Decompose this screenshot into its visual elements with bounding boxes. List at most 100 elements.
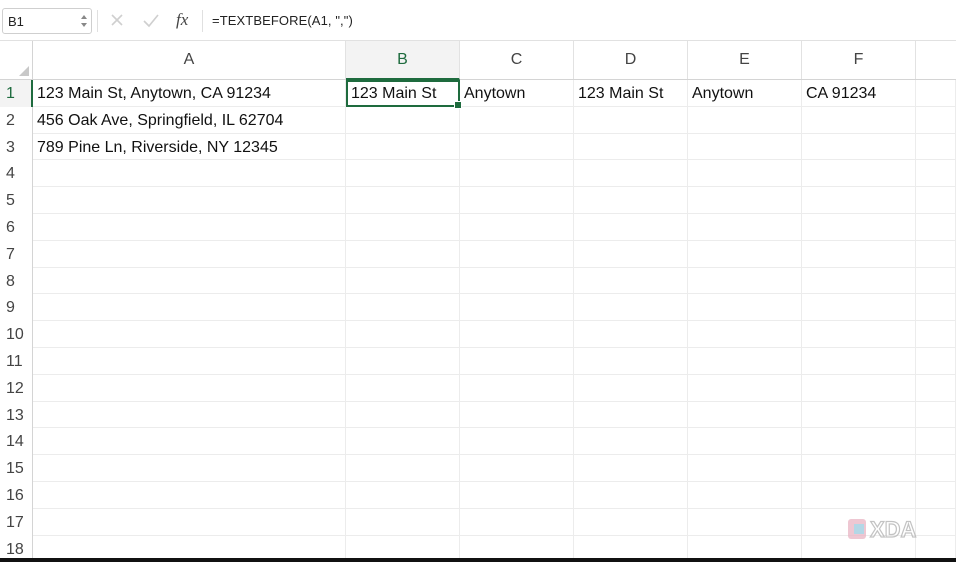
cell-c17[interactable]	[460, 508, 574, 536]
column-header-d[interactable]: D	[574, 41, 688, 79]
cell-d12[interactable]	[574, 374, 688, 402]
cell-c6[interactable]	[460, 214, 574, 241]
cell-g1[interactable]	[916, 80, 956, 107]
cell-f11[interactable]	[802, 348, 916, 375]
row-header-17[interactable]: 17	[0, 508, 33, 536]
cell-c14[interactable]	[460, 428, 574, 456]
cell-c2[interactable]	[460, 106, 574, 134]
cell-c4[interactable]	[460, 160, 574, 188]
cell-e10[interactable]	[688, 321, 802, 348]
cell-a6[interactable]	[33, 214, 346, 241]
cell-b11[interactable]	[346, 348, 460, 375]
cell-b3[interactable]	[346, 133, 460, 161]
cell-g7[interactable]	[916, 240, 956, 268]
cell-g14[interactable]	[916, 428, 956, 456]
cell-g13[interactable]	[916, 401, 956, 429]
cell-a5[interactable]	[33, 187, 346, 214]
cell-c3[interactable]	[460, 133, 574, 161]
row-header-1[interactable]: 1	[0, 80, 33, 107]
row-header-10[interactable]: 10	[0, 321, 33, 348]
cell-d6[interactable]	[574, 214, 688, 241]
row-header-16[interactable]: 16	[0, 482, 33, 509]
cell-f8[interactable]	[802, 267, 916, 295]
cell-e17[interactable]	[688, 508, 802, 536]
cell-g16[interactable]	[916, 482, 956, 509]
cell-b9[interactable]	[346, 294, 460, 322]
cell-f2[interactable]	[802, 106, 916, 134]
cell-f3[interactable]	[802, 133, 916, 161]
cell-g8[interactable]	[916, 267, 956, 295]
cell-f15[interactable]	[802, 455, 916, 482]
cell-e7[interactable]	[688, 240, 802, 268]
cell-g6[interactable]	[916, 214, 956, 241]
cell-e9[interactable]	[688, 294, 802, 322]
cell-c13[interactable]	[460, 401, 574, 429]
cell-e8[interactable]	[688, 267, 802, 295]
cell-a7[interactable]	[33, 240, 346, 268]
cell-c8[interactable]	[460, 267, 574, 295]
column-header-b[interactable]: B	[346, 41, 460, 80]
row-header-9[interactable]: 9	[0, 294, 33, 322]
row-header-6[interactable]: 6	[0, 214, 33, 241]
cell-e6[interactable]	[688, 214, 802, 241]
name-box[interactable]: B1	[2, 8, 92, 34]
cell-c1[interactable]: Anytown	[460, 80, 574, 107]
cell-b17[interactable]	[346, 508, 460, 536]
column-header-f[interactable]: F	[802, 41, 916, 79]
cell-b13[interactable]	[346, 401, 460, 429]
row-header-3[interactable]: 3	[0, 133, 33, 161]
select-all-button[interactable]	[0, 41, 33, 79]
cell-g9[interactable]	[916, 294, 956, 322]
cell-d13[interactable]	[574, 401, 688, 429]
cell-d1[interactable]: 123 Main St	[574, 80, 688, 107]
cell-f1[interactable]: CA 91234	[802, 80, 916, 107]
cell-f5[interactable]	[802, 187, 916, 214]
column-header-a[interactable]: A	[33, 41, 346, 79]
cell-f16[interactable]	[802, 482, 916, 509]
cell-a10[interactable]	[33, 321, 346, 348]
cell-b5[interactable]	[346, 187, 460, 214]
cell-a1[interactable]: 123 Main St, Anytown, CA 91234	[33, 80, 346, 107]
cell-d5[interactable]	[574, 187, 688, 214]
cell-d17[interactable]	[574, 508, 688, 536]
cell-c5[interactable]	[460, 187, 574, 214]
cell-f14[interactable]	[802, 428, 916, 456]
row-header-11[interactable]: 11	[0, 348, 33, 375]
cell-g11[interactable]	[916, 348, 956, 375]
cell-a13[interactable]	[33, 401, 346, 429]
cell-a17[interactable]	[33, 508, 346, 536]
cell-a11[interactable]	[33, 348, 346, 375]
cell-d14[interactable]	[574, 428, 688, 456]
row-header-7[interactable]: 7	[0, 240, 33, 268]
cell-g12[interactable]	[916, 374, 956, 402]
cell-a3[interactable]: 789 Pine Ln, Riverside, NY 12345	[33, 133, 346, 161]
cell-c11[interactable]	[460, 348, 574, 375]
cell-g3[interactable]	[916, 133, 956, 161]
row-header-12[interactable]: 12	[0, 374, 33, 402]
cell-a12[interactable]	[33, 374, 346, 402]
cell-e13[interactable]	[688, 401, 802, 429]
formula-input[interactable]: =TEXTBEFORE(A1, ",")	[212, 13, 353, 28]
enter-checkmark-icon[interactable]	[140, 9, 162, 31]
cell-d10[interactable]	[574, 321, 688, 348]
cell-g4[interactable]	[916, 160, 956, 188]
name-box-stepper-icon[interactable]	[79, 11, 89, 31]
cell-c12[interactable]	[460, 374, 574, 402]
cell-b15[interactable]	[346, 455, 460, 482]
cell-d15[interactable]	[574, 455, 688, 482]
cell-c15[interactable]	[460, 455, 574, 482]
cell-e12[interactable]	[688, 374, 802, 402]
row-header-14[interactable]: 14	[0, 428, 33, 456]
column-header-c[interactable]: C	[460, 41, 574, 79]
cell-b12[interactable]	[346, 374, 460, 402]
cell-e1[interactable]: Anytown	[688, 80, 802, 107]
cell-a4[interactable]	[33, 160, 346, 188]
row-header-5[interactable]: 5	[0, 187, 33, 214]
cell-a14[interactable]	[33, 428, 346, 456]
cell-b16[interactable]	[346, 482, 460, 509]
fill-handle[interactable]	[454, 100, 462, 109]
cell-b2[interactable]	[346, 106, 460, 134]
cell-d3[interactable]	[574, 133, 688, 161]
cell-b7[interactable]	[346, 240, 460, 268]
cell-a15[interactable]	[33, 455, 346, 482]
